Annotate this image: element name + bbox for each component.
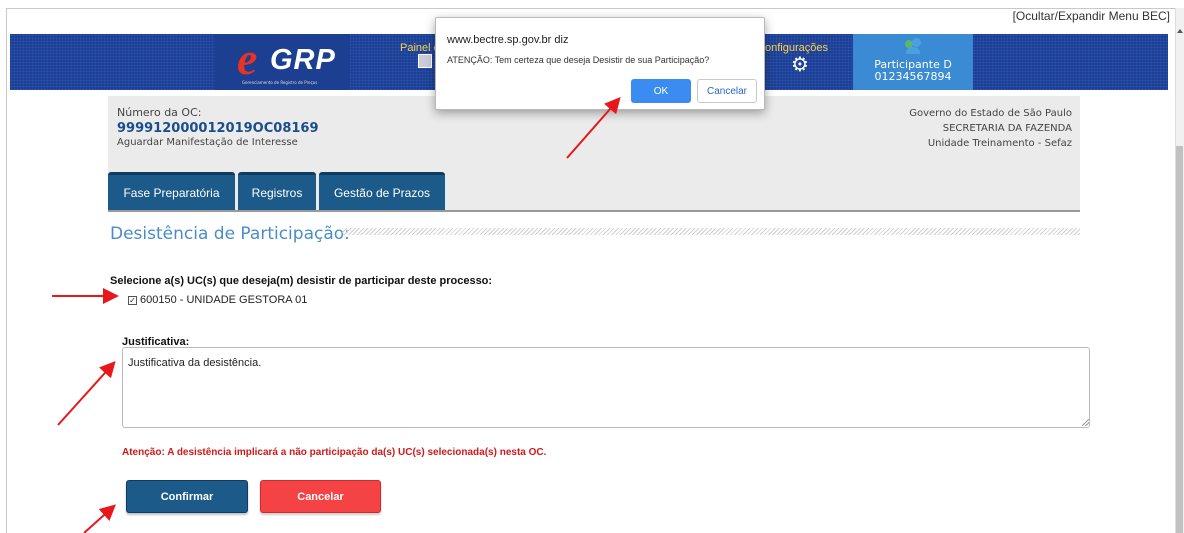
oc-info-panel: Número da OC: 999912000012019OC08169 Agu… bbox=[108, 96, 1080, 212]
confirm-button[interactable]: Confirmar bbox=[126, 480, 248, 513]
uc-item-label: 600150 - UNIDADE GESTORA 01 bbox=[140, 294, 308, 306]
scrollbar-thumb[interactable] bbox=[1176, 146, 1183, 533]
tab-fase-preparatoria[interactable]: Fase Preparatória bbox=[108, 172, 235, 210]
org-line-3: Unidade Treinamento - Sefaz bbox=[927, 138, 1072, 149]
user-id: 01234567894 bbox=[874, 70, 952, 83]
dialog-origin: www.bectre.sp.gov.br diz bbox=[447, 34, 569, 46]
dialog-cancel-button[interactable]: Cancelar bbox=[697, 79, 757, 103]
oc-number: 999912000012019OC08169 bbox=[117, 121, 319, 136]
menu-configuracoes[interactable]: onfigurações ⚙ bbox=[765, 36, 855, 88]
menu-painel-label: Painel c bbox=[400, 42, 440, 54]
calendar-icon bbox=[418, 54, 432, 68]
tab-gestao-de-prazos[interactable]: Gestão de Prazos bbox=[319, 172, 445, 210]
user-group-icon bbox=[905, 38, 921, 54]
toggle-menu-link[interactable]: [Ocultar/Expandir Menu BEC] bbox=[1013, 9, 1170, 23]
uc-item[interactable]: ✓ 600150 - UNIDADE GESTORA 01 bbox=[128, 294, 307, 306]
justification-textarea[interactable]: Justificativa da desistência. bbox=[122, 347, 1090, 428]
section-divider bbox=[342, 228, 1080, 235]
cancel-button[interactable]: Cancelar bbox=[260, 480, 381, 513]
logo-subtitle: Gerenciamento de Registro de Preços bbox=[242, 80, 318, 85]
logo-e: e bbox=[237, 33, 258, 84]
scroll-up-icon[interactable] bbox=[1177, 29, 1183, 33]
egrp-logo[interactable]: e GRP Gerenciamento de Registro de Preço… bbox=[215, 34, 350, 90]
resize-grip-icon[interactable] bbox=[1082, 419, 1089, 426]
gear-icon: ⚙ bbox=[791, 52, 809, 76]
warning-message: Atenção: A desistência implicará a não p… bbox=[122, 447, 547, 458]
org-line-1: Governo do Estado de São Paulo bbox=[909, 108, 1072, 119]
org-line-2: SECRETARIA DA FAZENDA bbox=[942, 123, 1072, 134]
user-profile[interactable]: Participante D 01234567894 bbox=[853, 34, 973, 90]
oc-status: Aguardar Manifestação de Interesse bbox=[117, 137, 298, 148]
oc-number-label: Número da OC: bbox=[117, 106, 202, 119]
confirm-dialog: www.bectre.sp.gov.br diz ATENÇÃO: Tem ce… bbox=[435, 17, 765, 110]
vertical-scrollbar[interactable] bbox=[1175, 8, 1184, 533]
dialog-message: ATENÇÃO: Tem certeza que deseja Desistir… bbox=[447, 55, 710, 65]
organization-info: Governo do Estado de São Paulo SECRETARI… bbox=[909, 106, 1072, 151]
uc-select-label: Selecione a(s) UC(s) que deseja(m) desis… bbox=[110, 275, 493, 287]
logo-text: GRP bbox=[270, 44, 336, 76]
tab-registros[interactable]: Registros bbox=[238, 172, 316, 210]
checkbox-icon[interactable]: ✓ bbox=[128, 295, 137, 305]
dialog-ok-button[interactable]: OK bbox=[631, 79, 691, 103]
section-title: Desistência de Participação: bbox=[110, 224, 350, 244]
